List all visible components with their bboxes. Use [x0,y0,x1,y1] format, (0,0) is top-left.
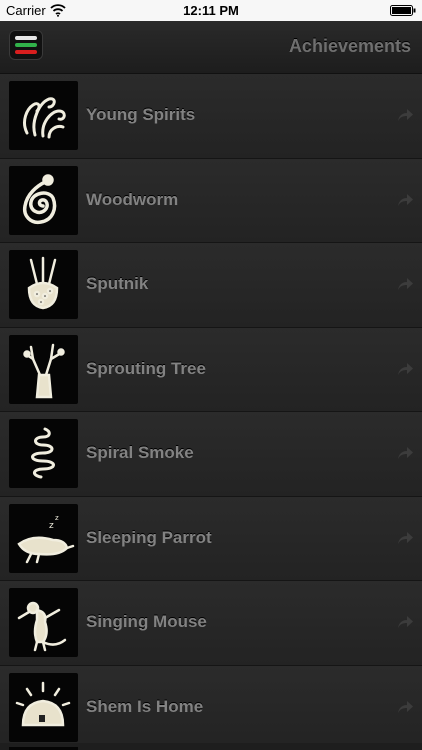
achievement-label: Spiral Smoke [86,443,194,462]
menu-line-green [15,43,37,47]
achievements-list: Young Spirits Woodworm Sputnik Sprouting… [0,74,422,750]
status-bar: Carrier 12:11 PM [0,0,422,21]
menu-line-red [15,50,37,54]
menu-button[interactable] [9,30,43,60]
share-arrow-icon[interactable] [397,445,414,460]
list-item-partial [0,743,422,750]
battery-icon [390,5,416,16]
status-time: 12:11 PM [183,3,239,18]
list-item[interactable]: Woodworm [0,158,422,243]
share-arrow-icon[interactable] [397,276,414,291]
tree-icon [9,334,78,404]
share-arrow-icon[interactable] [397,107,414,122]
share-arrow-icon[interactable] [397,699,414,714]
achievement-label: Young Spirits [86,105,196,124]
share-arrow-icon[interactable] [397,614,414,629]
list-item[interactable]: Singing Mouse [0,581,422,666]
page-title: Achievements [288,36,411,56]
spirits-icon [9,81,78,150]
smoke-icon [9,419,78,488]
list-item[interactable]: Spiral Smoke [0,412,422,497]
parrot-icon: z z [9,503,78,573]
achievement-label: Woodworm [86,189,179,209]
sputnik-icon [9,250,78,319]
home-icon [9,672,78,742]
achievement-label: Sprouting Tree [86,358,206,378]
list-item[interactable]: z z Sleeping Parrot [0,496,422,581]
hamburger-menu-icon [15,36,37,40]
list-item[interactable]: Shem Is Home [0,665,422,750]
achievement-label: Singing Mouse [86,612,207,631]
worm-icon [9,165,78,235]
list-item[interactable]: Sprouting Tree [0,327,422,412]
svg-text:z: z [55,514,59,522]
list-item[interactable]: Young Spirits [0,74,422,159]
list-item[interactable]: Sputnik [0,243,422,328]
achievement-label: Shem Is Home [86,696,204,716]
achievement-label: Sleeping Parrot [86,527,212,547]
svg-text:z: z [49,521,54,531]
navigation-bar: Achievements [0,21,422,74]
achievement-label: Sputnik [86,274,149,293]
share-arrow-icon[interactable] [397,530,414,545]
mouse-icon [9,588,78,657]
share-arrow-icon[interactable] [397,361,414,376]
share-arrow-icon[interactable] [397,192,414,207]
